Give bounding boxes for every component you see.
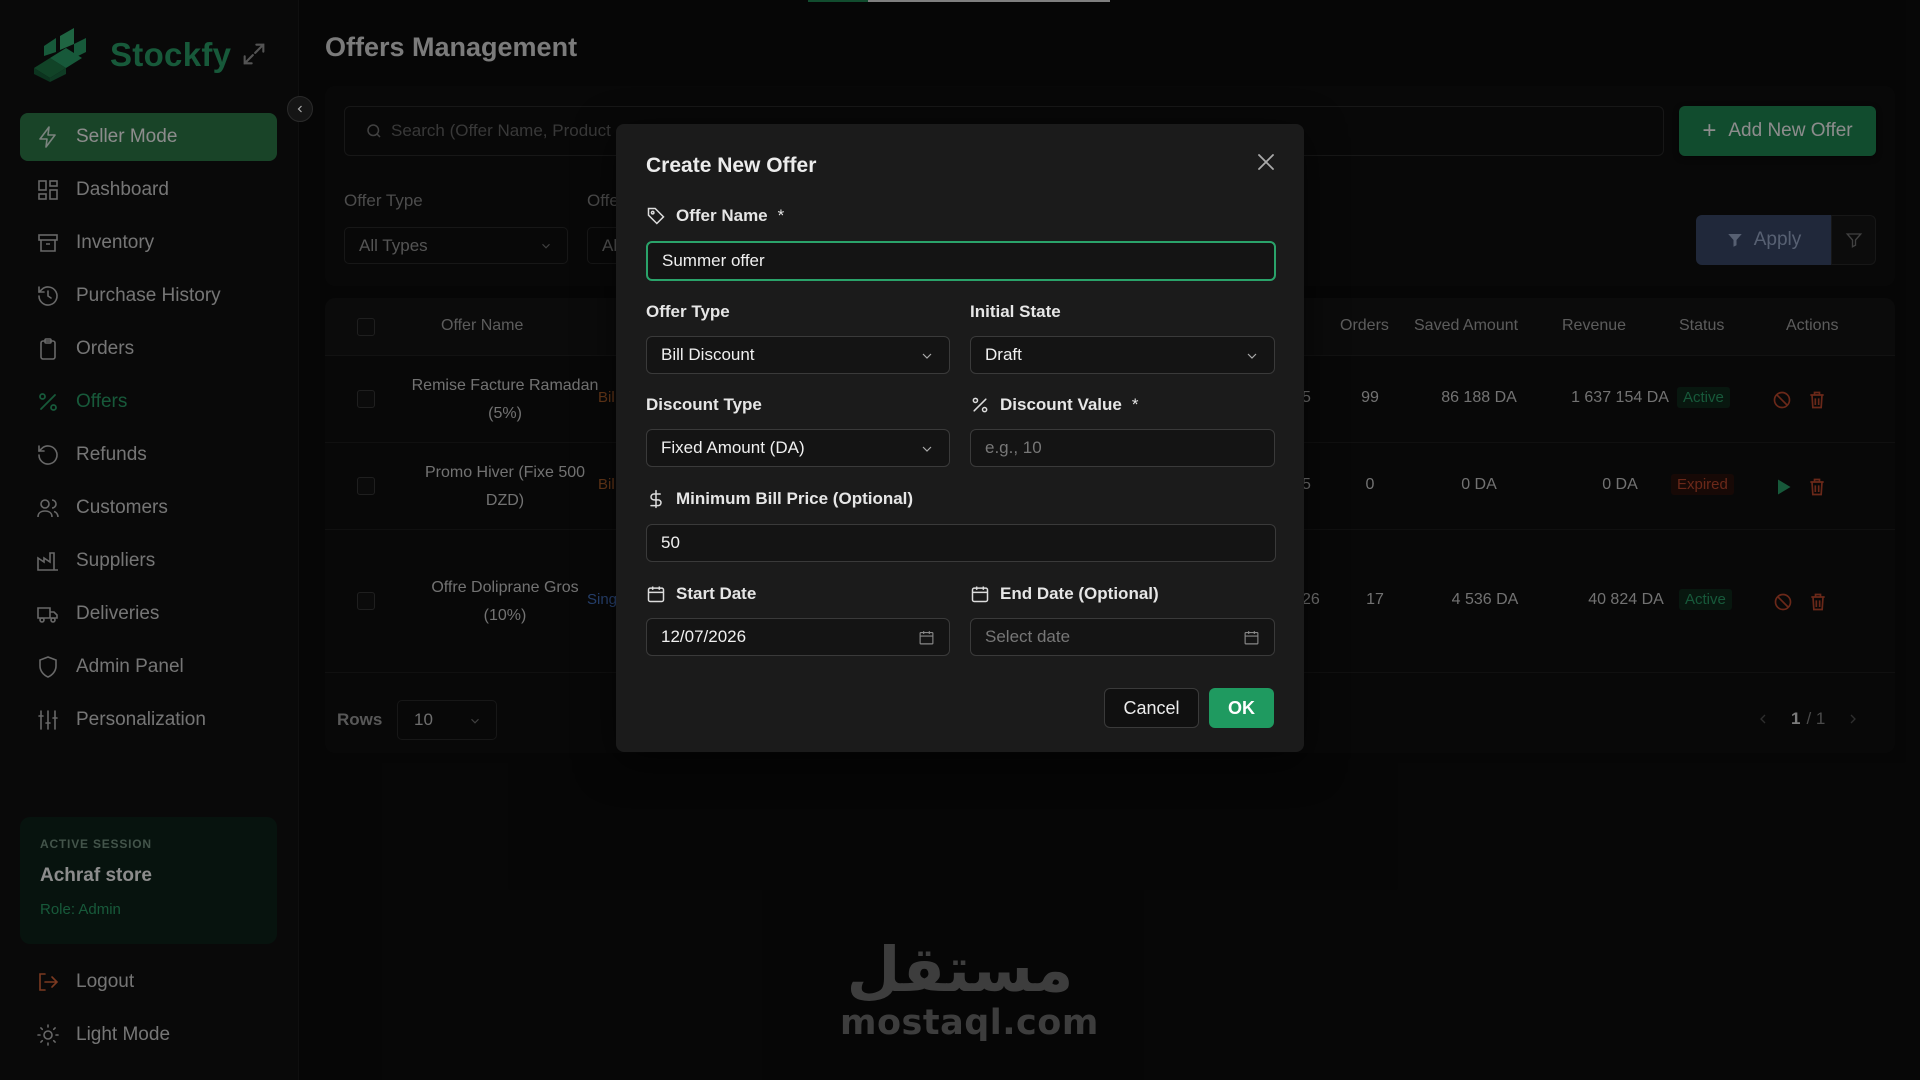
discount-type-value: Fixed Amount (DA) bbox=[661, 438, 805, 457]
discount-value-input[interactable]: e.g., 10 bbox=[970, 429, 1275, 467]
calendar-icon bbox=[971, 586, 989, 603]
min-bill-label: Minimum Bill Price (Optional) bbox=[646, 489, 913, 509]
dollar-icon bbox=[650, 489, 662, 509]
calendar-icon bbox=[1244, 631, 1259, 645]
chevron-down-icon bbox=[922, 446, 932, 452]
chevron-down-icon bbox=[922, 353, 932, 359]
discount-value-label-text: Discount Value bbox=[1000, 395, 1122, 414]
close-icon[interactable] bbox=[1254, 150, 1278, 174]
tag-icon bbox=[647, 207, 665, 225]
start-date-label: Start Date bbox=[646, 584, 756, 604]
discount-type-label: Discount Type bbox=[646, 395, 762, 414]
offer-name-label: Offer Name * bbox=[646, 206, 784, 226]
offer-type-value: Bill Discount bbox=[661, 345, 755, 364]
end-date-label: End Date (Optional) bbox=[970, 584, 1159, 604]
end-date-placeholder: Select date bbox=[985, 627, 1071, 646]
end-date-picker[interactable]: Select date bbox=[970, 618, 1275, 656]
offer-name-value: Summer offer bbox=[662, 251, 765, 270]
initial-state-label: Initial State bbox=[970, 302, 1061, 321]
create-offer-dialog: Create New Offer Offer Name * Summer off… bbox=[616, 124, 1304, 752]
required-mark: * bbox=[777, 206, 785, 225]
initial-state-select[interactable]: Draft bbox=[970, 336, 1275, 374]
discount-value-label: Discount Value * bbox=[970, 395, 1139, 415]
discount-type-select[interactable]: Fixed Amount (DA) bbox=[646, 429, 950, 467]
offer-name-label-text: Offer Name bbox=[676, 206, 768, 225]
dialog-title: Create New Offer bbox=[646, 154, 817, 177]
calendar-icon bbox=[919, 631, 934, 645]
min-bill-value: 50 bbox=[661, 533, 680, 552]
calendar-icon bbox=[647, 586, 665, 603]
offer-type-label: Offer Type bbox=[646, 302, 730, 321]
offer-name-input[interactable]: Summer offer bbox=[646, 241, 1276, 281]
required-mark: * bbox=[1131, 395, 1139, 414]
initial-state-value: Draft bbox=[985, 345, 1022, 364]
offer-type-select[interactable]: Bill Discount bbox=[646, 336, 950, 374]
collapse-sidebar-button[interactable] bbox=[287, 96, 313, 122]
end-date-label-text: End Date (Optional) bbox=[1000, 584, 1159, 603]
start-date-value: 12/07/2026 bbox=[661, 627, 747, 646]
start-date-label-text: Start Date bbox=[676, 584, 757, 603]
min-bill-label-text: Minimum Bill Price (Optional) bbox=[676, 489, 914, 508]
percent-icon bbox=[972, 397, 988, 413]
ok-button[interactable]: OK bbox=[1209, 688, 1274, 728]
cancel-button[interactable]: Cancel bbox=[1104, 688, 1199, 728]
chevron-down-icon bbox=[1247, 353, 1257, 359]
min-bill-input[interactable]: 50 bbox=[646, 524, 1276, 562]
chevron-left-icon bbox=[297, 105, 302, 113]
discount-value-placeholder: e.g., 10 bbox=[985, 438, 1042, 457]
start-date-picker[interactable]: 12/07/2026 bbox=[646, 618, 950, 656]
